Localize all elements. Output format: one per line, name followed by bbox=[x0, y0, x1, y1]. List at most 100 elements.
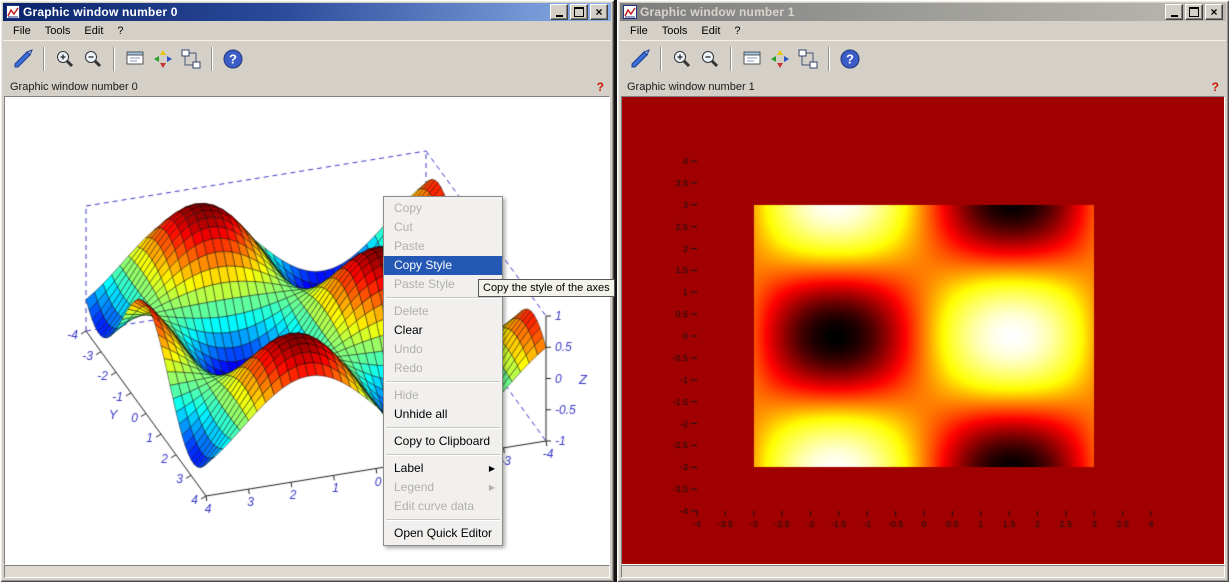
context-menu-separator bbox=[386, 297, 500, 299]
figure-canvas-area bbox=[621, 96, 1225, 565]
context-menu-item-label: Undo bbox=[394, 340, 423, 359]
menu-file[interactable]: File bbox=[6, 23, 38, 39]
window-title: Graphic window number 1 bbox=[640, 5, 795, 19]
figure-canvas-area bbox=[4, 96, 610, 565]
minimize-icon bbox=[556, 15, 563, 17]
context-menu: CopyCutPasteCopy StylePaste StyleDeleteC… bbox=[383, 196, 503, 546]
svg-text:?: ? bbox=[229, 52, 237, 67]
infobar-help-icon[interactable]: ? bbox=[1212, 80, 1219, 94]
zoom-out-icon[interactable] bbox=[696, 45, 724, 73]
context-menu-item-copy-to-clipboard[interactable]: Copy to Clipboard bbox=[384, 432, 502, 451]
rotation-icon[interactable] bbox=[149, 45, 177, 73]
toolbar-separator bbox=[730, 47, 732, 71]
infobar-text: Graphic window number 1 bbox=[627, 81, 755, 93]
context-menu-separator bbox=[386, 519, 500, 521]
toolbar-separator bbox=[211, 47, 213, 71]
zoom-in-icon[interactable] bbox=[668, 45, 696, 73]
help-icon[interactable]: ? bbox=[836, 45, 864, 73]
menu-tools[interactable]: Tools bbox=[38, 23, 78, 39]
context-menu-item-label: Legend bbox=[394, 478, 434, 497]
close-icon: × bbox=[1210, 7, 1217, 17]
rotation-icon[interactable] bbox=[766, 45, 794, 73]
toolbar: ? bbox=[3, 40, 611, 78]
close-button[interactable]: × bbox=[1205, 4, 1223, 20]
context-menu-item-delete: Delete bbox=[384, 302, 502, 321]
menubar: File Tools Edit ? bbox=[3, 21, 611, 40]
tooltip: Copy the style of the axes bbox=[478, 279, 615, 297]
submenu-arrow-icon: ▶ bbox=[489, 478, 495, 497]
context-menu-item-label: Unhide all bbox=[394, 405, 447, 424]
infobar-help-icon[interactable]: ? bbox=[597, 80, 604, 94]
titlebar-buttons: × bbox=[1165, 4, 1223, 20]
context-menu-item-redo: Redo bbox=[384, 359, 502, 378]
toolbar-separator bbox=[113, 47, 115, 71]
context-menu-item-label: Open Quick Editor bbox=[394, 524, 492, 543]
maximize-icon bbox=[574, 7, 584, 17]
maximize-button[interactable] bbox=[570, 4, 588, 20]
context-menu-item-copy-style[interactable]: Copy Style bbox=[384, 256, 502, 275]
context-menu-item-label: Copy bbox=[394, 199, 422, 218]
window-title: Graphic window number 0 bbox=[23, 5, 178, 19]
figure-properties-icon[interactable] bbox=[121, 45, 149, 73]
titlebar[interactable]: Graphic window number 1 × bbox=[620, 3, 1226, 21]
context-menu-item-label: Copy Style bbox=[394, 256, 452, 275]
ged-icon[interactable] bbox=[794, 45, 822, 73]
context-menu-separator bbox=[386, 454, 500, 456]
context-menu-item-edit-curve-data: Edit curve data bbox=[384, 497, 502, 516]
menu-file[interactable]: File bbox=[623, 23, 655, 39]
menu-help[interactable]: ? bbox=[727, 23, 747, 39]
minimize-button[interactable] bbox=[550, 4, 568, 20]
infobar-text: Graphic window number 0 bbox=[10, 81, 138, 93]
infobar: Graphic window number 1 ? bbox=[620, 77, 1226, 96]
zoom-out-icon[interactable] bbox=[79, 45, 107, 73]
context-menu-item-copy: Copy bbox=[384, 199, 502, 218]
toolbar-separator bbox=[828, 47, 830, 71]
maximize-button[interactable] bbox=[1185, 4, 1203, 20]
context-menu-item-clear[interactable]: Clear bbox=[384, 321, 502, 340]
statusbar bbox=[4, 565, 610, 578]
infobar: Graphic window number 0 ? bbox=[3, 77, 611, 96]
desktop: { "colors": { "selection_blue": "#2458b4… bbox=[0, 0, 1229, 582]
context-menu-item-label: Paste bbox=[394, 237, 425, 256]
zoom-in-icon[interactable] bbox=[51, 45, 79, 73]
context-menu-item-undo: Undo bbox=[384, 340, 502, 359]
menu-help[interactable]: ? bbox=[110, 23, 130, 39]
context-menu-item-label[interactable]: Label▶ bbox=[384, 459, 502, 478]
menu-edit[interactable]: Edit bbox=[694, 23, 727, 39]
context-menu-item-open-quick-editor[interactable]: Open Quick Editor bbox=[384, 524, 502, 543]
context-menu-item-label: Redo bbox=[394, 359, 423, 378]
figure-properties-icon[interactable] bbox=[738, 45, 766, 73]
context-menu-item-label: Label bbox=[394, 459, 423, 478]
menu-tools[interactable]: Tools bbox=[655, 23, 695, 39]
toolbar: ? bbox=[620, 40, 1226, 78]
graphic-window-1: Graphic window number 1 × File Tools Edi… bbox=[617, 0, 1229, 582]
context-menu-item-unhide-all[interactable]: Unhide all bbox=[384, 405, 502, 424]
context-menu-separator bbox=[386, 381, 500, 383]
context-menu-item-label: Clear bbox=[394, 321, 423, 340]
tooltip-text: Copy the style of the axes bbox=[483, 282, 610, 294]
context-menu-item-label: Copy to Clipboard bbox=[394, 432, 490, 451]
export-icon[interactable] bbox=[626, 45, 654, 73]
scilab-window-icon bbox=[6, 5, 20, 19]
context-menu-item-paste: Paste bbox=[384, 237, 502, 256]
maximize-icon bbox=[1189, 7, 1199, 17]
context-menu-item-cut: Cut bbox=[384, 218, 502, 237]
context-menu-item-label: Paste Style bbox=[394, 275, 455, 294]
close-icon: × bbox=[595, 7, 602, 17]
toolbar-separator bbox=[43, 47, 45, 71]
ged-icon[interactable] bbox=[177, 45, 205, 73]
titlebar[interactable]: Graphic window number 0 × bbox=[3, 3, 611, 21]
context-menu-item-label: Edit curve data bbox=[394, 497, 474, 516]
surface-plot-canvas[interactable] bbox=[5, 97, 609, 561]
svg-text:?: ? bbox=[846, 52, 854, 67]
context-menu-item-label: Delete bbox=[394, 302, 429, 321]
close-button[interactable]: × bbox=[590, 4, 608, 20]
minimize-button[interactable] bbox=[1165, 4, 1183, 20]
context-menu-item-legend: Legend ▶ bbox=[384, 478, 502, 497]
export-icon[interactable] bbox=[9, 45, 37, 73]
context-menu-separator bbox=[386, 427, 500, 429]
help-icon[interactable]: ? bbox=[219, 45, 247, 73]
menu-edit[interactable]: Edit bbox=[77, 23, 110, 39]
heatmap-plot-canvas[interactable] bbox=[622, 97, 1225, 561]
scilab-window-icon bbox=[623, 5, 637, 19]
